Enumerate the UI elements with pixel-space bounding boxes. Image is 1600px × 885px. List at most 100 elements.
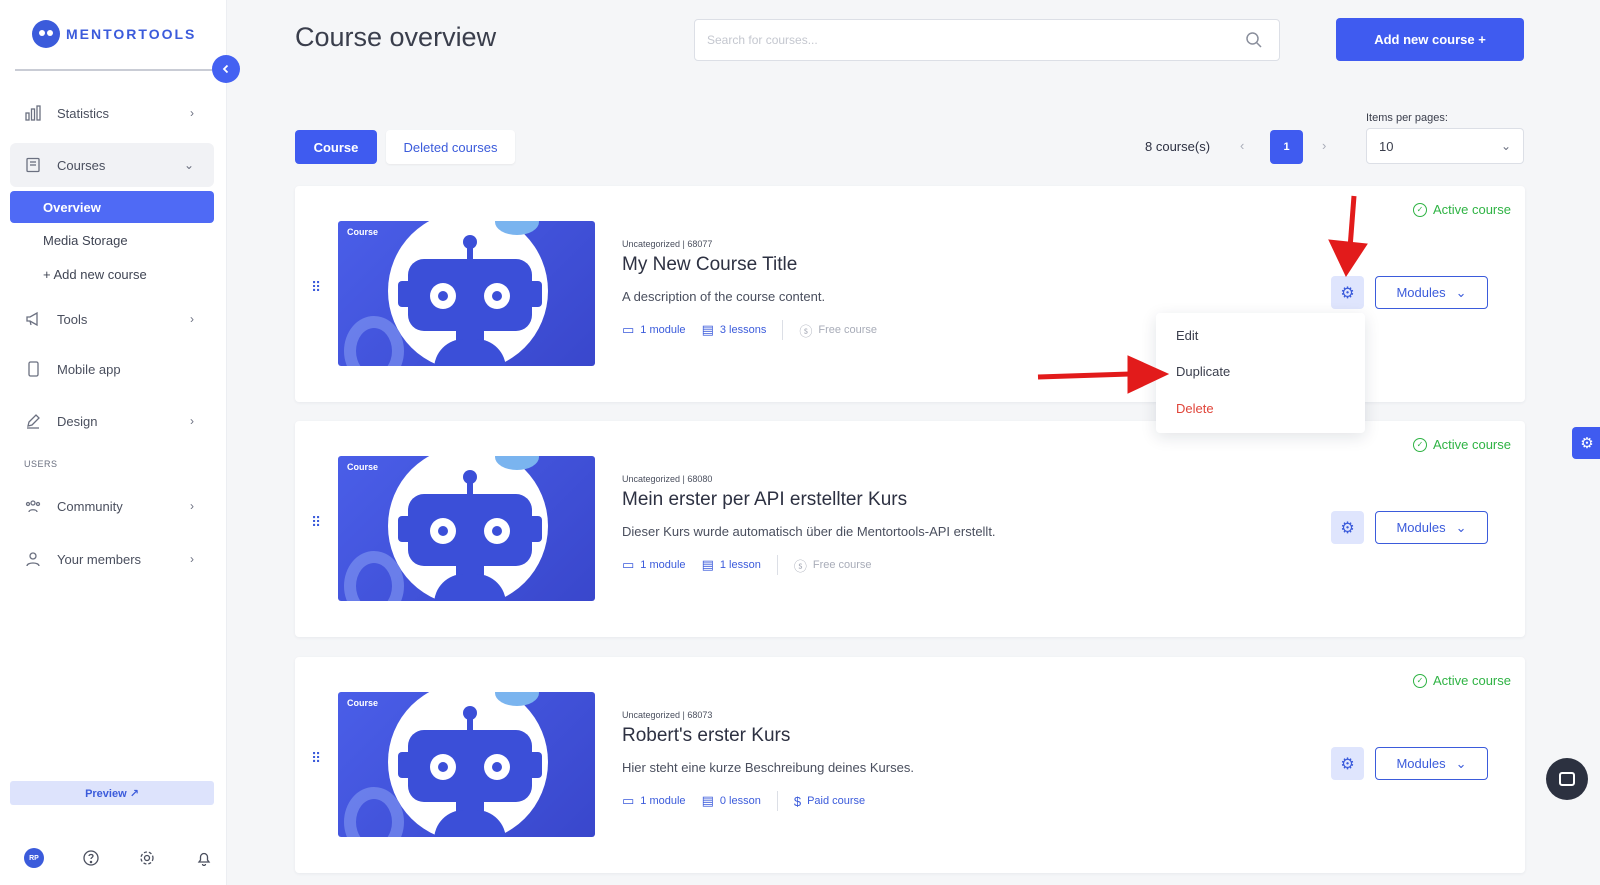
menu-item-edit[interactable]: Edit: [1176, 328, 1198, 343]
search-input[interactable]: [695, 20, 1235, 60]
preview-button[interactable]: Preview ↗: [10, 781, 214, 805]
course-title[interactable]: Mein erster per API erstellter Kurs: [622, 489, 907, 511]
menu-item-duplicate[interactable]: Duplicate: [1176, 364, 1230, 379]
course-meta: Uncategorized | 68077: [622, 239, 713, 249]
modules-button[interactable]: Modules ⌄: [1375, 276, 1488, 309]
sidebar-item-label: Mobile app: [57, 361, 121, 377]
items-per-page-label: Items per pages:: [1366, 112, 1448, 124]
course-settings-button[interactable]: ⚙: [1331, 276, 1364, 309]
brand-name: MENTORTOOLS: [66, 26, 197, 42]
sidebar-item-community[interactable]: Community ›: [10, 484, 214, 528]
course-settings-button[interactable]: ⚙: [1331, 747, 1364, 780]
sidebar-item-your-members[interactable]: Your members ›: [10, 537, 214, 581]
tab-deleted-courses[interactable]: Deleted courses: [386, 130, 515, 164]
lesson-count[interactable]: ▤ 0 lesson: [702, 793, 761, 809]
floating-settings-button[interactable]: ⚙: [1572, 427, 1600, 459]
chevron-right-icon: ›: [190, 106, 194, 120]
course-title[interactable]: Robert's erster Kurs: [622, 725, 790, 747]
modules-button[interactable]: Modules ⌄: [1375, 511, 1488, 544]
course-title[interactable]: My New Course Title: [622, 254, 797, 276]
sidebar-item-label: Community: [57, 498, 123, 514]
thumbnail-label: Course: [347, 462, 379, 472]
sidebar-item-design[interactable]: Design ›: [10, 399, 214, 443]
sidebar-item-statistics[interactable]: Statistics ›: [10, 91, 214, 135]
sidebar-subitem-add-course[interactable]: + Add new course: [10, 258, 214, 290]
status-badge: ✓ Active course: [1412, 202, 1511, 217]
document-icon: ▤: [701, 793, 714, 808]
sidebar-subitem-overview[interactable]: Overview: [10, 191, 214, 223]
book-icon: ▭: [622, 322, 635, 337]
lesson-count[interactable]: ▤ 1 lesson: [702, 557, 761, 573]
items-per-page-select[interactable]: 10 ⌄: [1366, 128, 1524, 164]
divider: [782, 320, 784, 340]
document-icon: ▤: [701, 557, 714, 572]
logo-icon: [32, 20, 60, 48]
drag-handle-icon[interactable]: ⠿: [311, 280, 321, 302]
course-stats: ▭ 1 module ▤ 3 lessons ⓢ Free course: [622, 320, 893, 340]
page-title: Course overview: [295, 22, 497, 52]
avatar[interactable]: RP: [24, 848, 44, 868]
course-settings-button[interactable]: ⚙: [1331, 511, 1364, 544]
dollar-icon: $: [793, 793, 802, 809]
menu-item-delete[interactable]: Delete: [1176, 401, 1214, 416]
course-thumbnail[interactable]: Course: [338, 456, 595, 601]
coin-icon: ⓢ: [793, 558, 807, 574]
gear-icon: ⚙: [1340, 519, 1355, 537]
course-meta: Uncategorized | 68073: [622, 710, 713, 720]
sidebar-item-mobile-app[interactable]: Mobile app: [10, 347, 214, 391]
logo[interactable]: MENTORTOOLS: [32, 20, 196, 48]
prev-page-icon[interactable]: ‹: [1240, 138, 1244, 153]
user-icon: [24, 550, 42, 568]
chevron-down-icon: ⌄: [1455, 755, 1467, 771]
settings-icon[interactable]: [137, 848, 157, 868]
robot-icon: [408, 494, 532, 566]
items-per-page-value: 10: [1379, 138, 1394, 154]
sidebar-item-label: Courses: [57, 157, 106, 173]
drag-handle-icon[interactable]: ⠿: [311, 515, 321, 537]
course-actions-menu: Edit Duplicate Delete: [1156, 313, 1365, 433]
course-thumbnail[interactable]: Course: [338, 221, 595, 366]
bell-icon[interactable]: [194, 848, 214, 868]
help-icon[interactable]: [81, 848, 101, 868]
module-count[interactable]: ▭ 1 module: [622, 793, 686, 809]
next-page-icon[interactable]: ›: [1322, 138, 1326, 153]
add-new-course-button[interactable]: Add new course +: [1336, 18, 1524, 61]
course-card: ⠿ Course Uncategorized | 68080 Mein erst…: [295, 421, 1525, 637]
sidebar-item-tools[interactable]: Tools ›: [10, 297, 214, 341]
people-icon: [24, 497, 42, 515]
price-badge: $ Paid course: [793, 793, 866, 809]
sidebar-footer: RP: [24, 848, 214, 868]
gear-icon: ⚙: [1580, 435, 1594, 452]
course-description: A description of the course content.: [622, 289, 826, 304]
module-count[interactable]: ▭ 1 module: [622, 322, 686, 338]
status-badge: ✓ Active course: [1412, 673, 1511, 688]
book-icon: ▭: [622, 557, 635, 572]
chevron-right-icon: ›: [190, 312, 194, 326]
drag-handle-icon[interactable]: ⠿: [311, 751, 321, 773]
search-box[interactable]: [694, 19, 1280, 61]
pencil-icon: [24, 412, 42, 430]
divider: [776, 791, 778, 811]
sidebar-item-courses[interactable]: Courses ⌄: [10, 143, 214, 187]
search-icon[interactable]: [1245, 31, 1263, 49]
thumbnail-label: Course: [347, 227, 379, 237]
chevron-down-icon: ⌄: [1455, 519, 1467, 535]
page-number-button[interactable]: 1: [1270, 130, 1303, 164]
chevron-down-icon: ⌄: [1455, 284, 1467, 300]
phone-icon: [24, 360, 42, 378]
tab-course[interactable]: Course: [295, 130, 377, 164]
lesson-count[interactable]: ▤ 3 lessons: [702, 322, 767, 338]
divider: [15, 69, 213, 71]
check-circle-icon: ✓: [1412, 673, 1427, 688]
chevron-right-icon: ›: [190, 499, 194, 513]
gear-icon: ⚙: [1340, 755, 1355, 773]
module-count[interactable]: ▭ 1 module: [622, 557, 686, 573]
sidebar-item-label: Your members: [57, 551, 142, 567]
chat-launcher-button[interactable]: [1546, 758, 1588, 800]
price-badge: ⓢ Free course: [794, 556, 872, 575]
course-thumbnail[interactable]: Course: [338, 692, 595, 837]
divider: [776, 555, 778, 575]
collapse-sidebar-button[interactable]: [212, 55, 240, 83]
modules-button[interactable]: Modules ⌄: [1375, 747, 1488, 780]
sidebar-subitem-media-storage[interactable]: Media Storage: [10, 224, 214, 256]
